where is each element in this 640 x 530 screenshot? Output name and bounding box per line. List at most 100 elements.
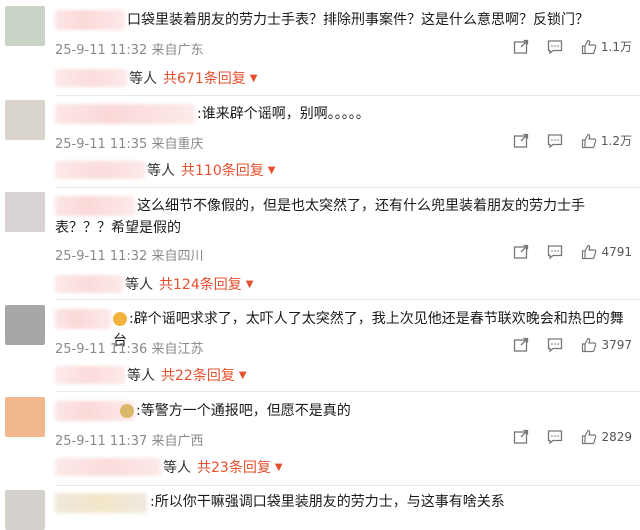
comment-text: 这么细节不像假的，但是也太突然了，还有什么兜里装着朋友的劳力士手表？？？希望是假… [55,198,585,236]
comment-icon [547,133,563,148]
comment-text-content: :等警方一个通报吧，但愿不是真的 [136,403,351,419]
reply-users-blurred [55,161,145,179]
avatar[interactable] [5,192,45,232]
replies-link[interactable]: 等人 共124条回复 ▼ [55,274,253,294]
share-button[interactable] [513,244,529,260]
username-blurred[interactable] [55,104,195,124]
caret-down-icon: ▼ [245,278,254,290]
share-icon [514,429,529,444]
comment-text: :谁来辟个谣啊，别啊。。。。。 [197,106,370,122]
emoji-icon [113,312,127,326]
replies-count: 共110条回复 [181,163,264,179]
comment-icon [548,338,563,353]
replies-suffix: 等人 [129,71,157,87]
comment-button[interactable] [547,39,563,55]
comment-location: 来自广东 [151,43,204,58]
comment-location: 来自江苏 [151,342,204,357]
username-blurred[interactable] [55,493,147,513]
reply-users-blurred [55,69,127,87]
like-button[interactable]: 4791 [581,244,632,260]
username-blurred[interactable] [55,10,125,30]
like-count: 4791 [601,245,632,259]
comment-button[interactable] [547,133,563,149]
share-icon [514,244,529,259]
share-button[interactable] [513,39,529,55]
comment-icon [547,39,563,54]
share-button[interactable] [513,429,529,445]
comment-button[interactable] [547,244,563,260]
like-count: 2829 [601,430,632,444]
share-button[interactable] [513,133,529,149]
like-button[interactable]: 1.1万 [581,38,632,55]
divider [55,299,640,300]
divider [55,485,640,486]
avatar[interactable] [5,6,45,46]
comment-actions: 4791 [495,244,632,260]
comment-icon [548,245,563,260]
comment-location: 来自广西 [151,434,204,449]
like-count: 1.2万 [600,134,632,148]
like-count: 1.1万 [600,40,632,54]
like-icon [581,39,597,54]
replies-suffix: 等人 [163,460,191,476]
like-button[interactable]: 1.2万 [581,132,632,149]
comment-time: 25-9-11 11:37 [55,434,148,449]
replies-count: 共22条回复 [161,368,235,384]
share-icon [513,39,529,54]
like-button[interactable]: 2829 [581,429,632,445]
avatar[interactable] [5,397,45,437]
avatar[interactable] [5,490,45,530]
comment-text: :所以你干嘛强调口袋里装朋友的劳力士，与这事有啥关系 [150,494,505,510]
divider [55,187,640,188]
replies-suffix: 等人 [125,277,153,293]
reply-users-blurred [55,366,125,384]
caret-down-icon: ▼ [249,72,258,84]
replies-link[interactable]: 等人 共23条回复 ▼ [55,457,283,477]
username-blurred[interactable] [55,309,111,329]
caret-down-icon: ▼ [274,461,283,473]
replies-count: 共23条回复 [197,460,271,476]
like-icon [582,337,597,353]
replies-count: 共671条回复 [163,71,246,87]
comment-button[interactable] [547,429,563,445]
caret-down-icon: ▼ [267,164,276,176]
avatar[interactable] [5,100,45,140]
like-count: 3797 [601,338,632,352]
comment-meta: 25-9-11 11:37 来自广西 [55,430,204,449]
like-button[interactable]: 3797 [581,337,632,353]
comment-location: 来自四川 [151,249,204,264]
comment-meta: 25-9-11 11:32 来自广东 [55,39,204,58]
share-icon [514,337,529,352]
comment-time: 25-9-11 11:35 [55,137,148,152]
replies-count: 共124条回复 [159,277,242,293]
emoji-icon [120,404,134,418]
divider [55,391,640,392]
comment-text: 口袋里装着朋友的劳力士手表？排除刑事案件？这是什么意思啊？反锁门？ [127,12,589,28]
comment-actions: 2829 [495,429,632,445]
divider [55,95,640,96]
like-icon [581,133,597,148]
like-icon [582,244,597,260]
share-button[interactable] [513,337,529,353]
replies-suffix: 等人 [127,368,155,384]
avatar[interactable] [5,305,45,345]
comment-actions: 1.1万 [495,38,632,55]
replies-link[interactable]: 等人 共110条回复 ▼ [55,160,275,180]
comment-location: 来自重庆 [151,137,204,152]
replies-suffix: 等人 [147,163,175,179]
comment-meta: 25-9-11 11:32 来自四川 [55,245,204,264]
reply-users-blurred [55,458,161,476]
comment-button[interactable] [547,337,563,353]
comment-actions: 1.2万 [495,132,632,149]
like-icon [582,429,597,445]
replies-link[interactable]: 等人 共22条回复 ▼ [55,365,247,385]
caret-down-icon: ▼ [238,369,247,381]
comment-time: 25-9-11 11:36 [55,342,148,357]
replies-link[interactable]: 等人 共671条回复 ▼ [55,68,257,88]
comment-actions: 3797 [495,337,632,353]
share-icon [513,133,529,148]
reply-users-blurred [55,275,123,293]
comment-time: 25-9-11 11:32 [55,43,148,58]
comment-text: :等警方一个通报吧，但愿不是真的 [120,400,630,422]
comment-meta: 25-9-11 11:36 来自江苏 [55,338,204,357]
